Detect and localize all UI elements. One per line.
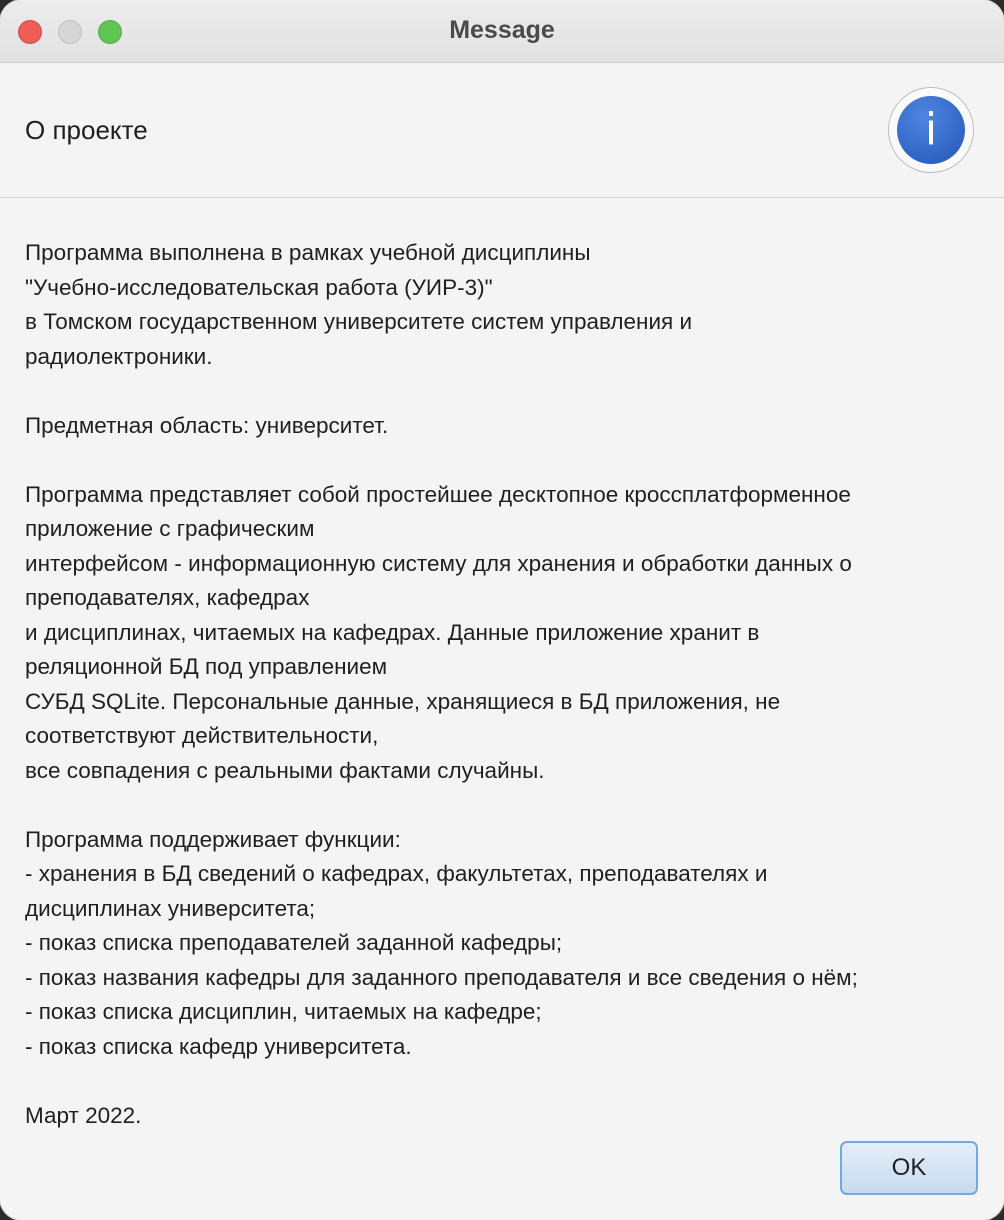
dialog-header-title: О проекте <box>25 115 148 145</box>
message-line: в Томском государственном университете с… <box>25 309 693 334</box>
message-line: реляционной БД под управлением <box>25 654 388 679</box>
window-title: Message <box>449 16 555 44</box>
message-text: Программа выполнена в рамках учебной дис… <box>25 236 975 1133</box>
message-paragraph: Программа выполнена в рамках учебной дис… <box>25 236 975 374</box>
message-line: Программа поддерживает функции: <box>25 826 401 852</box>
ok-button[interactable]: OK <box>840 1141 978 1195</box>
message-line: и дисциплинах, читаемых на кафедрах. Дан… <box>25 619 760 645</box>
message-line: радиолектроники. <box>25 343 213 369</box>
message-line: все совпадения с реальными фактами случа… <box>25 757 545 783</box>
message-paragraph: Программа поддерживает функции: - хранени… <box>25 823 975 1065</box>
message-line: - показ списка кафедр университета. <box>25 1033 412 1059</box>
message-dialog: Message О проекте i Программа выполнена … <box>0 0 1004 1220</box>
message-line: соответствуют действительности, <box>25 723 379 748</box>
message-line: интерфейсом - информационную систему для… <box>25 550 852 576</box>
dialog-header: О проекте i <box>0 63 1004 198</box>
message-line: "Учебно-исследовательская работа (УИР-3)… <box>25 274 493 300</box>
message-line: Март 2022. <box>25 1102 142 1128</box>
message-line: преподавателях, кафедрах <box>25 585 310 610</box>
message-paragraph: Предметная область: университет. <box>25 409 975 444</box>
title-bar[interactable]: Message <box>0 0 1004 63</box>
message-paragraph: Программа представляет собой простейшее … <box>25 478 975 789</box>
info-icon: i <box>888 87 974 173</box>
message-line: Программа выполнена в рамках учебной дис… <box>25 240 591 265</box>
message-line: - показ списка дисциплин, читаемых на ка… <box>25 999 542 1024</box>
message-line: - хранения в БД сведений о кафедрах, фак… <box>25 861 768 886</box>
message-line: - показ списка преподавателей заданной к… <box>25 930 563 955</box>
message-line: Предметная область: университет. <box>25 412 389 438</box>
message-line: дисциплинах университета; <box>25 895 316 921</box>
message-line: приложение с графическим <box>25 516 315 541</box>
message-line: Программа представляет собой простейшее … <box>25 481 851 507</box>
message-line: - показ названия кафедры для заданного п… <box>25 964 858 990</box>
info-icon-glyph: i <box>897 96 965 164</box>
message-paragraph: Март 2022. <box>25 1099 975 1134</box>
message-line: СУБД SQLite. Персональные данные, хранящ… <box>25 688 781 714</box>
